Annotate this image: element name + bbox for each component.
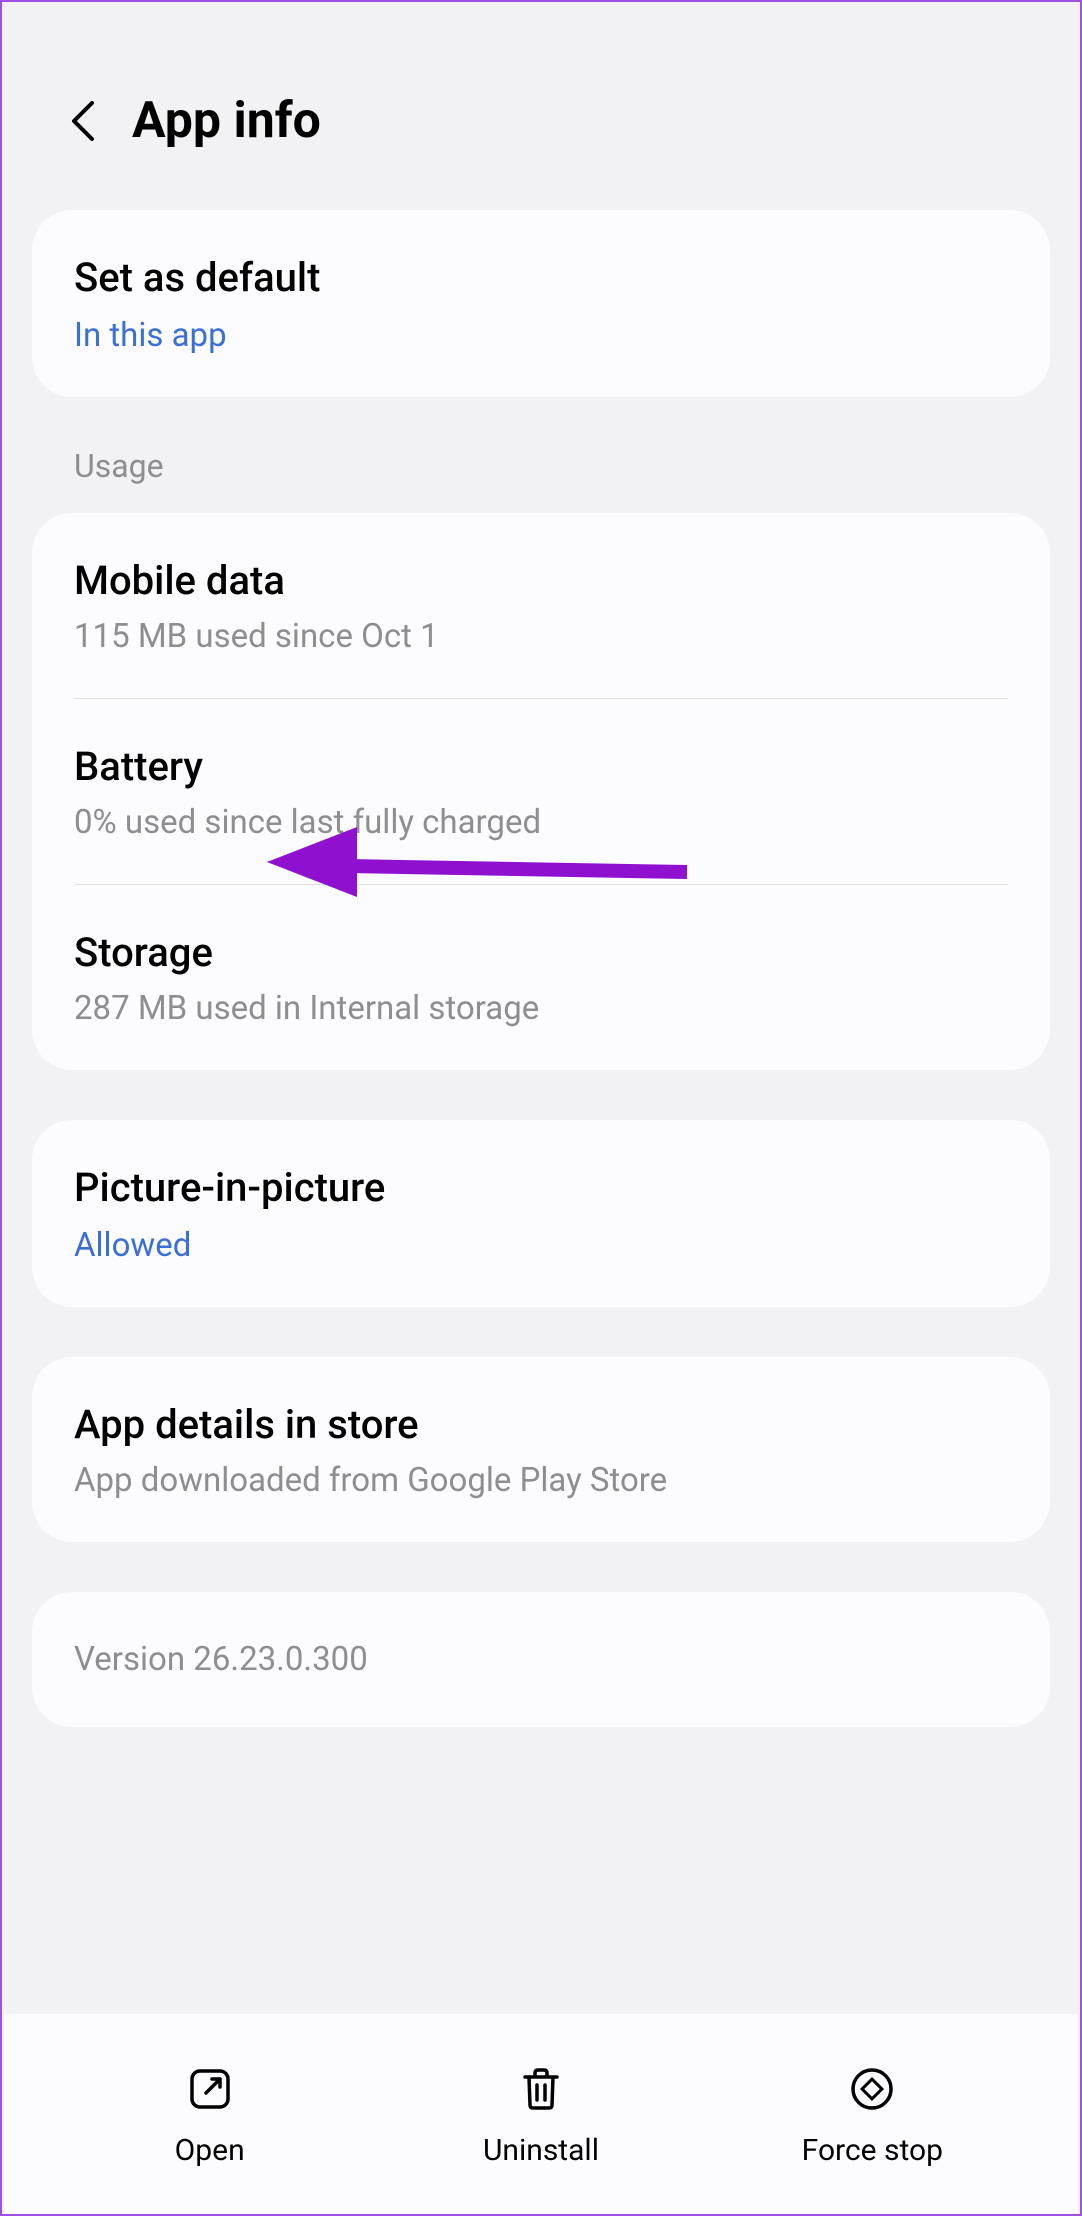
set-default-title: Set as default: [74, 252, 1008, 304]
stop-icon: [844, 2061, 900, 2117]
store-title: App details in store: [74, 1399, 1008, 1451]
uninstall-label: Uninstall: [483, 2133, 599, 2168]
usage-label: Usage: [2, 447, 1080, 513]
set-default-item[interactable]: Set as default In this app: [32, 210, 1050, 397]
storage-sub: 287 MB used in Internal storage: [74, 989, 1008, 1028]
header: App info: [2, 2, 1080, 210]
page-title: App info: [132, 92, 321, 150]
pip-card: Picture-in-picture Allowed: [32, 1120, 1050, 1307]
open-label: Open: [175, 2133, 245, 2168]
pip-title: Picture-in-picture: [74, 1162, 1008, 1214]
open-icon: [182, 2061, 238, 2117]
set-default-card: Set as default In this app: [32, 210, 1050, 397]
storage-title: Storage: [74, 927, 1008, 979]
mobile-data-title: Mobile data: [74, 555, 1008, 607]
battery-title: Battery: [74, 741, 1008, 793]
store-sub: App downloaded from Google Play Store: [74, 1461, 1008, 1500]
pip-item[interactable]: Picture-in-picture Allowed: [32, 1120, 1050, 1307]
battery-item[interactable]: Battery 0% used since last fully charged: [32, 699, 1050, 884]
bottom-bar: Open Uninstall Force stop: [4, 2014, 1078, 2214]
mobile-data-item[interactable]: Mobile data 115 MB used since Oct 1: [32, 513, 1050, 698]
version-card: Version 26.23.0.300: [32, 1592, 1050, 1727]
usage-card: Mobile data 115 MB used since Oct 1 Batt…: [32, 513, 1050, 1070]
pip-sub: Allowed: [74, 1226, 1008, 1265]
battery-sub: 0% used since last fully charged: [74, 803, 1008, 842]
store-card: App details in store App downloaded from…: [32, 1357, 1050, 1542]
back-icon[interactable]: [62, 101, 102, 141]
set-default-sub: In this app: [74, 316, 1008, 355]
storage-item[interactable]: Storage 287 MB used in Internal storage: [32, 885, 1050, 1070]
store-item[interactable]: App details in store App downloaded from…: [32, 1357, 1050, 1542]
force-stop-button[interactable]: Force stop: [707, 2061, 1038, 2168]
open-button[interactable]: Open: [44, 2061, 375, 2168]
uninstall-button[interactable]: Uninstall: [375, 2061, 706, 2168]
trash-icon: [513, 2061, 569, 2117]
version-text: Version 26.23.0.300: [74, 1640, 1008, 1679]
force-stop-label: Force stop: [802, 2133, 943, 2168]
mobile-data-sub: 115 MB used since Oct 1: [74, 617, 1008, 656]
